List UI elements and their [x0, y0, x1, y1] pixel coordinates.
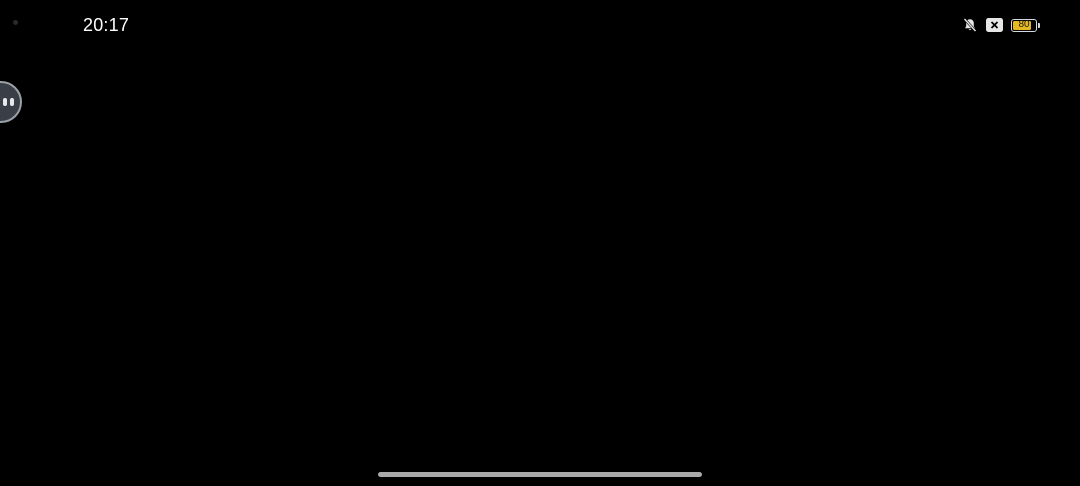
home-indicator[interactable]	[378, 472, 702, 477]
assistant-eye-right	[10, 98, 14, 106]
status-icons: 80	[962, 14, 1040, 36]
status-time: 20:17	[83, 15, 130, 35]
screen: 20:17 80	[0, 0, 1080, 486]
bell-off-icon	[962, 17, 978, 33]
battery-icon: 80	[1011, 18, 1040, 32]
battery-body: 80	[1011, 18, 1037, 32]
battery-level: 80	[1018, 19, 1030, 30]
floating-assistant-button[interactable]	[0, 81, 22, 123]
assistant-eye-left	[3, 98, 7, 106]
close-box-icon	[986, 18, 1003, 32]
front-camera	[13, 20, 18, 25]
battery-cap	[1038, 22, 1040, 28]
floating-assistant-icon	[3, 98, 14, 106]
